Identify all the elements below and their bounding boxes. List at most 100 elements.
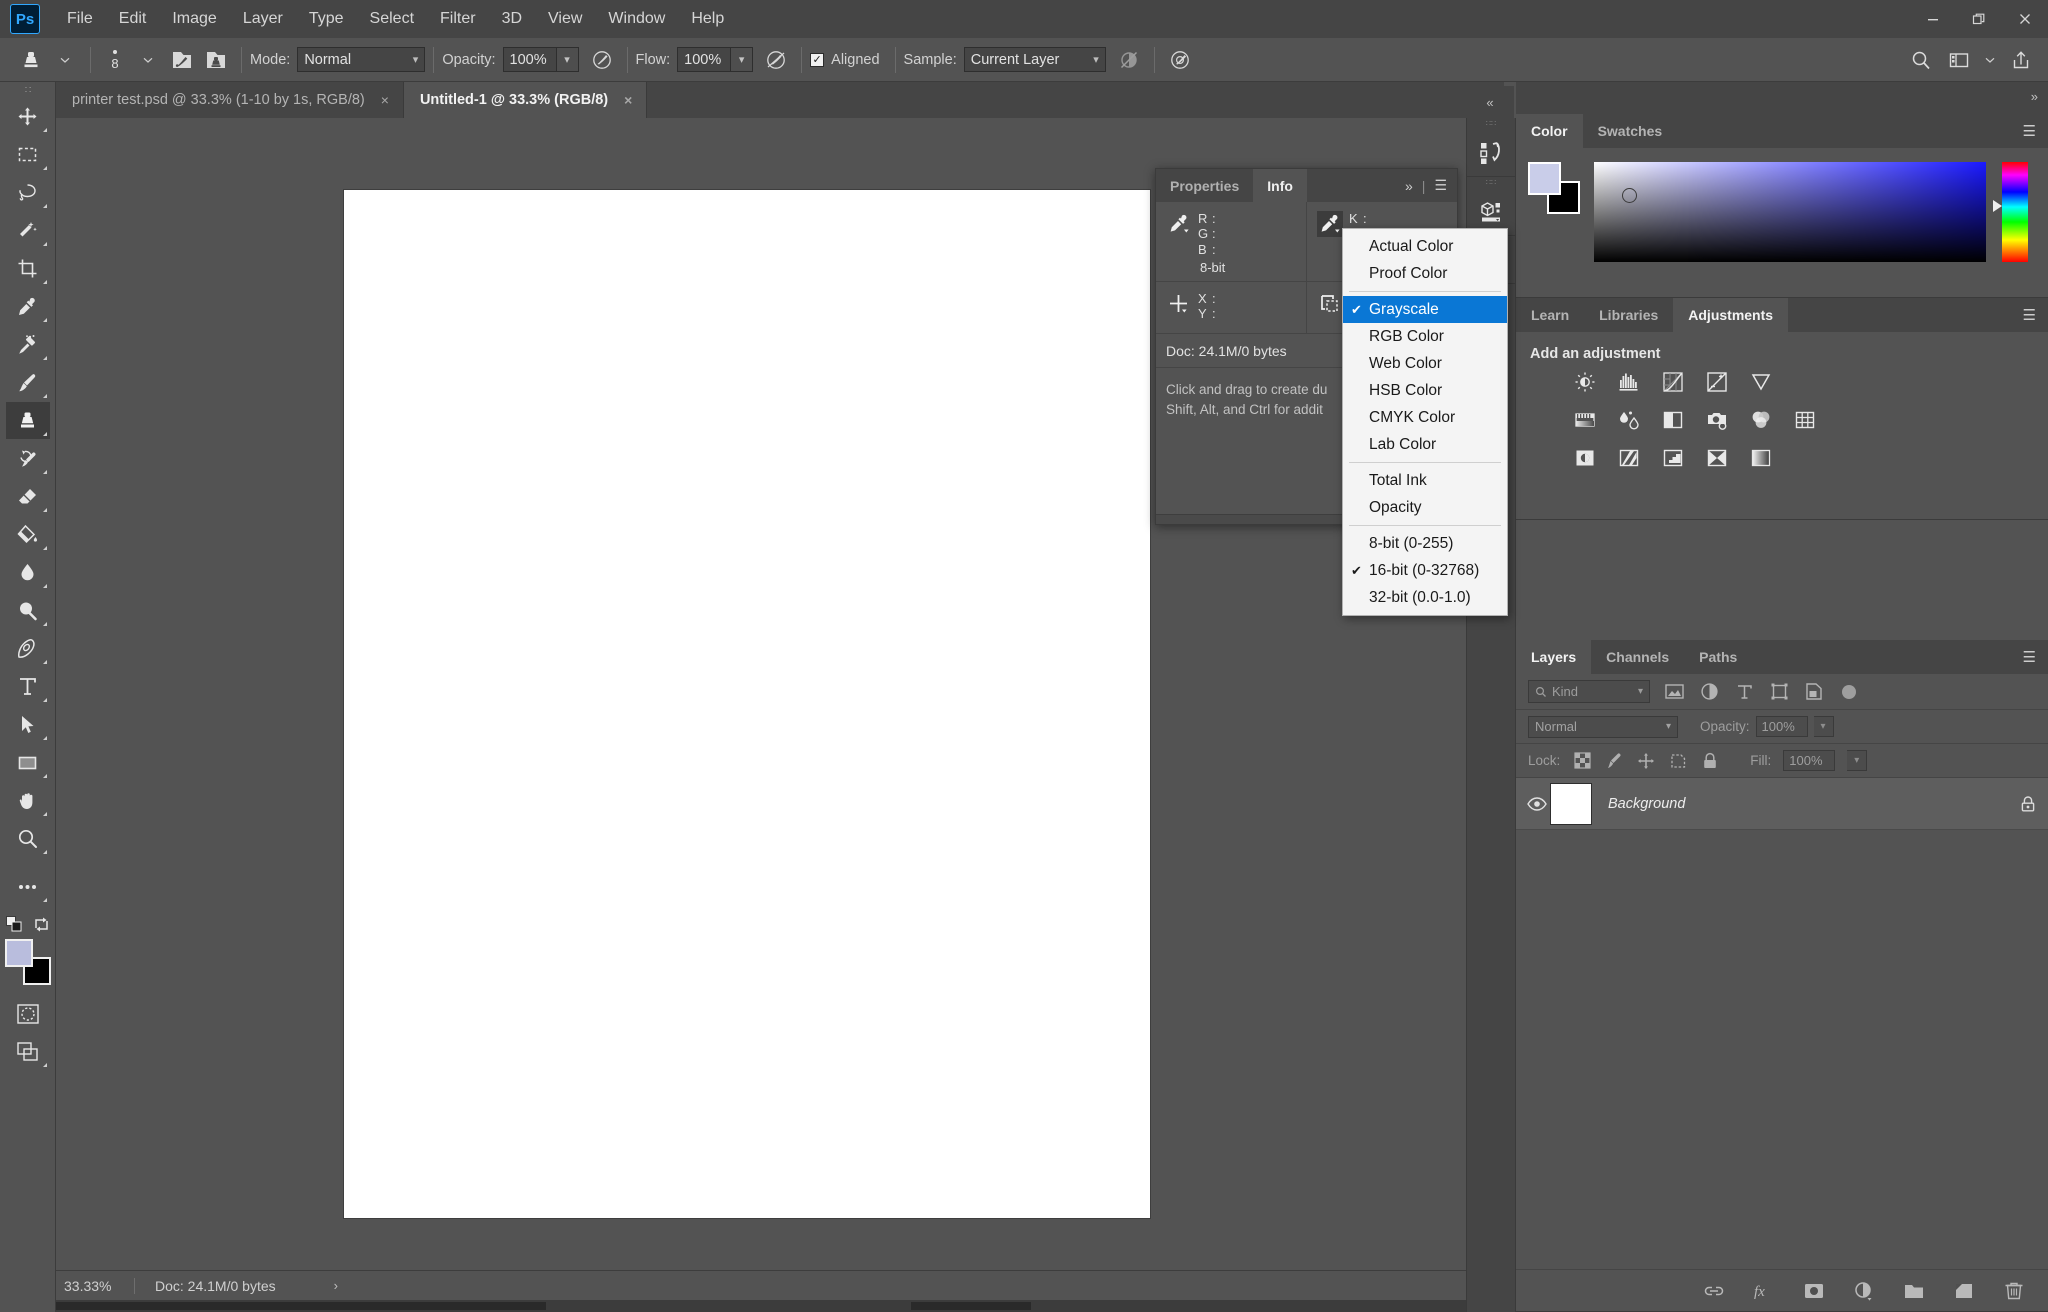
chevron-down-icon[interactable] bbox=[1980, 46, 2000, 74]
eye-icon[interactable] bbox=[1524, 796, 1550, 811]
opacity-chevron-icon[interactable]: ▾ bbox=[1813, 716, 1834, 737]
photo-filter-icon[interactable] bbox=[1704, 408, 1730, 432]
sample-select[interactable]: Current Layer ▾ bbox=[963, 47, 1106, 72]
layer-thumbnail[interactable] bbox=[1550, 782, 1592, 825]
lock-position-icon[interactable] bbox=[1636, 752, 1656, 770]
airbrush-icon[interactable] bbox=[1163, 46, 1197, 74]
eyedropper-icon[interactable] bbox=[1317, 211, 1343, 237]
hue-slider-handle[interactable] bbox=[1993, 200, 2002, 212]
lasso-tool[interactable] bbox=[6, 174, 50, 211]
document-tab-untitled-1[interactable]: Untitled-1 @ 33.3% (RGB/8) × bbox=[403, 82, 648, 118]
rectangular-marquee-tool[interactable] bbox=[6, 136, 50, 173]
rail-grip[interactable]: ∷∷ bbox=[1467, 118, 1515, 129]
tab-libraries[interactable]: Libraries bbox=[1584, 298, 1673, 332]
lock-artboard-icon[interactable] bbox=[1668, 752, 1688, 770]
menu-item-proof-color[interactable]: Proof Color bbox=[1343, 260, 1507, 287]
black-white-icon[interactable] bbox=[1660, 408, 1686, 432]
hue-slider[interactable] bbox=[1993, 162, 2028, 262]
gradient-map-icon[interactable] bbox=[1704, 446, 1730, 470]
edit-toolbar-button[interactable] bbox=[6, 868, 50, 905]
pen-tool[interactable] bbox=[6, 630, 50, 667]
add-mask-icon[interactable] bbox=[1802, 1279, 1826, 1303]
lock-all-icon[interactable] bbox=[1700, 752, 1720, 770]
vibrance-icon[interactable] bbox=[1748, 370, 1774, 394]
menu-type[interactable]: Type bbox=[296, 0, 357, 38]
tab-properties[interactable]: Properties bbox=[1156, 169, 1253, 202]
new-group-icon[interactable] bbox=[1902, 1279, 1926, 1303]
filter-toggle[interactable] bbox=[1842, 684, 1856, 699]
close-icon[interactable]: × bbox=[624, 92, 632, 108]
quick-mask-button[interactable] bbox=[6, 995, 50, 1032]
levels-icon[interactable] bbox=[1616, 370, 1642, 394]
new-layer-icon[interactable] bbox=[1952, 1279, 1976, 1303]
menu-item-opacity[interactable]: Opacity bbox=[1343, 494, 1507, 521]
blur-tool[interactable] bbox=[6, 554, 50, 591]
posterize-icon[interactable] bbox=[1616, 446, 1642, 470]
scrollbar-thumb[interactable] bbox=[56, 1302, 546, 1310]
tab-info[interactable]: Info bbox=[1253, 169, 1307, 202]
new-adjustment-layer-icon[interactable] bbox=[1852, 1279, 1876, 1303]
move-tool[interactable] bbox=[6, 98, 50, 135]
restore-icon[interactable] bbox=[1956, 0, 2002, 38]
color-picker-marker[interactable] bbox=[1622, 188, 1637, 203]
tab-adjustments[interactable]: Adjustments bbox=[1673, 298, 1789, 332]
document-tab-printer-test[interactable]: printer test.psd @ 33.3% (1-10 by 1s, RG… bbox=[56, 82, 404, 118]
chevron-double-right-icon[interactable]: » bbox=[2031, 89, 2038, 104]
share-icon[interactable] bbox=[2004, 46, 2038, 74]
clone-source-icon[interactable] bbox=[199, 46, 233, 74]
flow-slider-chevron-icon[interactable]: ▾ bbox=[731, 47, 754, 72]
tab-channels[interactable]: Channels bbox=[1591, 640, 1684, 674]
exposure-icon[interactable] bbox=[1704, 370, 1730, 394]
rectangle-tool[interactable] bbox=[6, 744, 50, 781]
history-brush-tool[interactable] bbox=[6, 440, 50, 477]
color-picker-field[interactable] bbox=[1594, 162, 1986, 262]
brush-settings-icon[interactable] bbox=[165, 46, 199, 74]
menu-item-grayscale[interactable]: Grayscale bbox=[1343, 296, 1507, 323]
tool-preset-chevron-icon[interactable] bbox=[48, 46, 82, 74]
eyedropper-icon[interactable] bbox=[1166, 211, 1192, 237]
brush-tool[interactable] bbox=[6, 364, 50, 401]
menu-item-32-bit[interactable]: 32-bit (0.0-1.0) bbox=[1343, 584, 1507, 611]
menu-edit[interactable]: Edit bbox=[106, 0, 160, 38]
menu-window[interactable]: Window bbox=[595, 0, 678, 38]
hue-saturation-icon[interactable] bbox=[1572, 408, 1598, 432]
menu-item-8-bit[interactable]: 8-bit (0-255) bbox=[1343, 530, 1507, 557]
type-layer-icon[interactable] bbox=[1733, 683, 1755, 700]
tab-swatches[interactable]: Swatches bbox=[1583, 114, 1678, 148]
threshold-icon[interactable] bbox=[1660, 446, 1686, 470]
layer-blend-mode-select[interactable]: Normal ▾ bbox=[1528, 715, 1678, 738]
tab-learn[interactable]: Learn bbox=[1516, 298, 1584, 332]
close-icon[interactable]: × bbox=[381, 92, 389, 108]
delete-layer-icon[interactable] bbox=[2002, 1279, 2026, 1303]
tab-layers[interactable]: Layers bbox=[1516, 640, 1592, 674]
menu-item-hsb-color[interactable]: HSB Color bbox=[1343, 377, 1507, 404]
type-tool[interactable] bbox=[6, 668, 50, 705]
object-selection-tool[interactable] bbox=[6, 212, 50, 249]
chevron-double-left-icon[interactable]: « bbox=[1466, 86, 1514, 118]
chevron-right-icon[interactable]: › bbox=[334, 1278, 338, 1293]
minimize-icon[interactable] bbox=[1910, 0, 1956, 38]
fx-icon[interactable]: fx bbox=[1752, 1279, 1776, 1303]
menu-layer[interactable]: Layer bbox=[230, 0, 296, 38]
foreground-color-swatch[interactable] bbox=[1528, 162, 1561, 195]
pressure-opacity-icon[interactable] bbox=[585, 46, 619, 74]
default-colors-icon[interactable] bbox=[5, 916, 23, 933]
spot-healing-brush-tool[interactable] bbox=[6, 326, 50, 363]
opacity-slider-chevron-icon[interactable]: ▾ bbox=[556, 47, 579, 72]
panel-menu-icon[interactable]: ☰ bbox=[2023, 298, 2048, 332]
eraser-tool[interactable] bbox=[6, 478, 50, 515]
panel-menu-icon[interactable]: ☰ bbox=[1434, 177, 1447, 194]
scrollbar-thumb-secondary[interactable] bbox=[911, 1302, 1031, 1310]
clone-stamp-icon[interactable] bbox=[14, 46, 48, 74]
link-layers-icon[interactable] bbox=[1702, 1279, 1726, 1303]
hand-tool[interactable] bbox=[6, 782, 50, 819]
path-selection-tool[interactable] bbox=[6, 706, 50, 743]
brush-preset-chevron-icon[interactable] bbox=[131, 46, 165, 74]
panel-menu-icon[interactable]: ☰ bbox=[2023, 114, 2048, 148]
menu-filter[interactable]: Filter bbox=[427, 0, 489, 38]
curves-icon[interactable] bbox=[1660, 370, 1686, 394]
menu-item-actual-color[interactable]: Actual Color bbox=[1343, 233, 1507, 260]
layer-row-background[interactable]: Background bbox=[1516, 778, 2048, 830]
menu-item-cmyk-color[interactable]: CMYK Color bbox=[1343, 404, 1507, 431]
color-balance-icon[interactable] bbox=[1616, 408, 1642, 432]
